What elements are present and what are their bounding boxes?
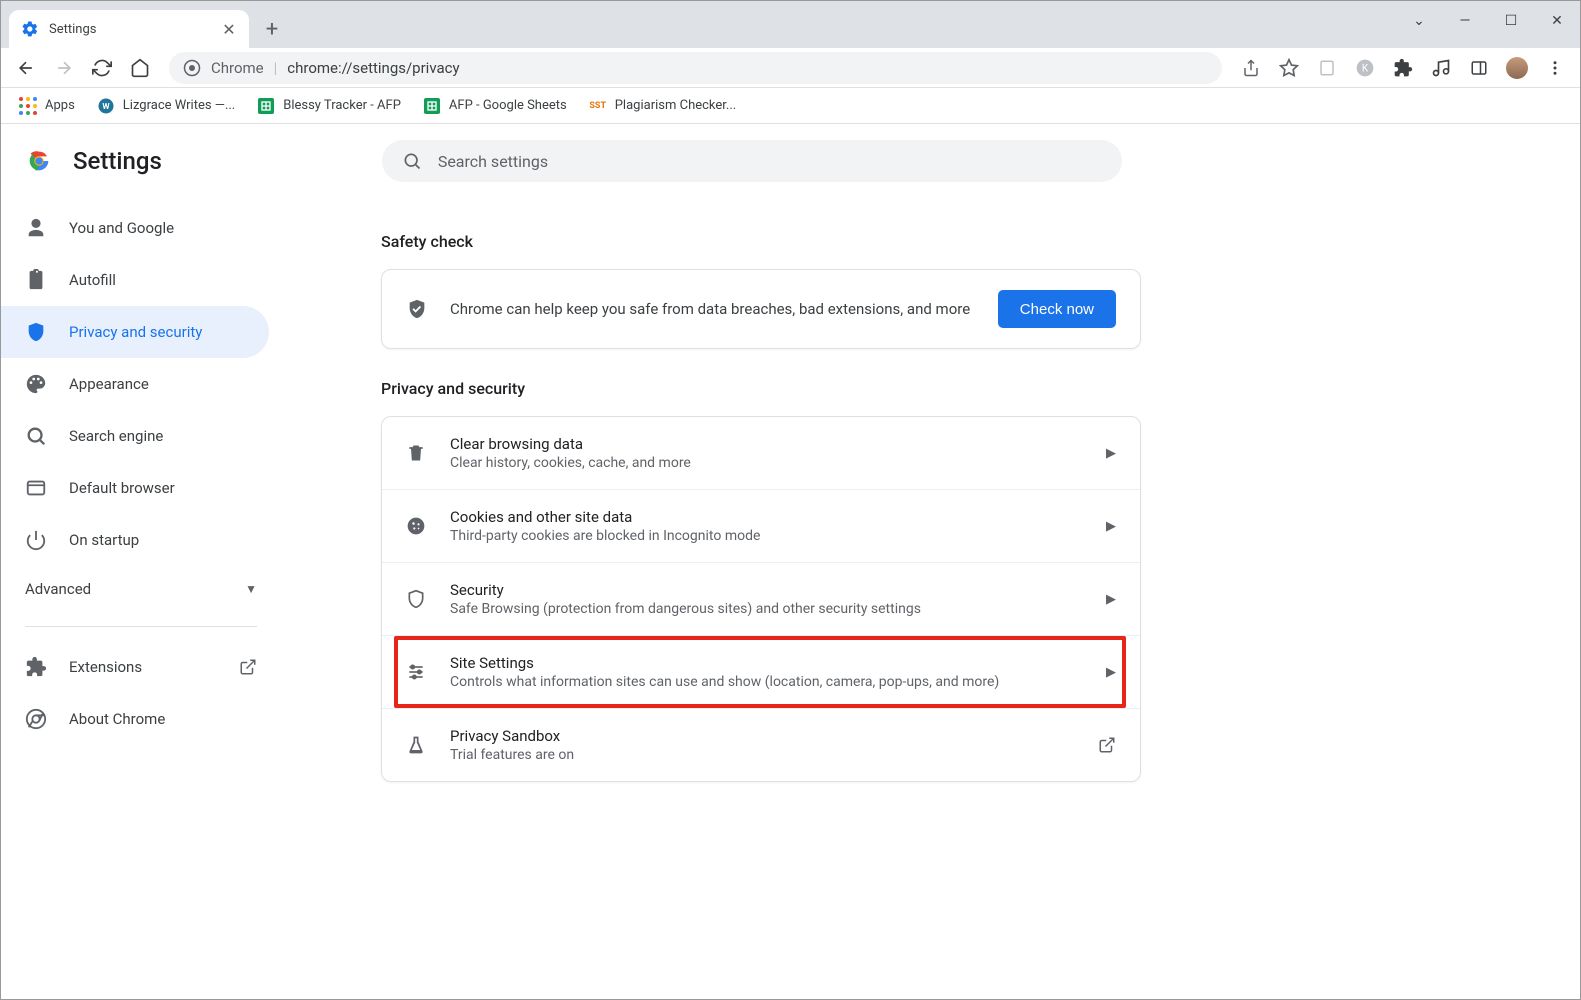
flask-icon — [406, 735, 428, 755]
apps-grid-icon — [19, 97, 37, 115]
chevron-right-icon: ▶ — [1106, 446, 1116, 461]
shield-check-icon — [406, 298, 428, 320]
palette-icon — [25, 373, 47, 395]
address-bar[interactable]: Chrome | chrome://settings/privacy — [169, 52, 1222, 84]
nav-autofill[interactable]: Autofill — [1, 254, 269, 306]
bookmark-plagiarism[interactable]: SST Plagiarism Checker... — [581, 93, 744, 119]
minimize-window-icon[interactable]: — — [1442, 13, 1488, 29]
row-site-settings[interactable]: Site Settings Controls what information … — [382, 635, 1140, 708]
nav-search-engine[interactable]: Search engine — [1, 410, 269, 462]
tune-icon — [406, 662, 428, 682]
chevron-down-icon: ▼ — [245, 582, 257, 596]
row-cookies[interactable]: Cookies and other site data Third-party … — [382, 489, 1140, 562]
bookmark-star-icon[interactable] — [1272, 51, 1306, 85]
omnibox-label: Chrome — [211, 59, 264, 77]
tab-title: Settings — [49, 22, 213, 37]
omnibox-url: chrome://settings/privacy — [287, 59, 459, 77]
browser-tab-strip: Settings ✕ + ⌄ — ☐ ✕ — [1, 1, 1580, 48]
reading-mode-icon[interactable] — [1310, 51, 1344, 85]
profile-avatar[interactable] — [1500, 51, 1534, 85]
nav-about-chrome[interactable]: About Chrome — [1, 693, 281, 745]
safety-check-heading: Safety check — [381, 232, 1141, 251]
nav-extensions[interactable]: Extensions — [1, 641, 281, 693]
open-in-new-icon — [239, 658, 257, 676]
maximize-window-icon[interactable]: ☐ — [1488, 13, 1534, 29]
row-privacy-sandbox[interactable]: Privacy Sandbox Trial features are on — [382, 708, 1140, 781]
settings-side-nav: You and Google Autofill Privacy and secu… — [1, 192, 281, 999]
close-tab-icon[interactable]: ✕ — [221, 21, 237, 37]
page-title: Settings — [73, 147, 162, 175]
tabs-dropdown-icon[interactable]: ⌄ — [1396, 1, 1442, 41]
extensions-puzzle-icon[interactable] — [1386, 51, 1420, 85]
chevron-right-icon: ▶ — [1106, 665, 1116, 680]
clipboard-icon — [25, 269, 47, 291]
row-security[interactable]: Security Safe Browsing (protection from … — [382, 562, 1140, 635]
person-icon — [25, 217, 47, 239]
shield-icon — [25, 321, 47, 343]
search-icon — [402, 151, 422, 171]
new-tab-button[interactable]: + — [257, 14, 287, 44]
close-window-icon[interactable]: ✕ — [1534, 13, 1580, 29]
nav-default-browser[interactable]: Default browser — [1, 462, 269, 514]
power-icon — [25, 529, 47, 551]
check-now-button[interactable]: Check now — [998, 290, 1116, 328]
search-placeholder: Search settings — [438, 152, 548, 171]
open-in-new-icon — [1098, 736, 1116, 754]
bookmark-lizgrace[interactable]: W Lizgrace Writes —... — [89, 93, 243, 119]
bookmark-blessy-tracker[interactable]: Blessy Tracker - AFP — [249, 93, 409, 119]
privacy-security-card: Clear browsing data Clear history, cooki… — [381, 416, 1141, 782]
chrome-outline-icon — [25, 708, 47, 730]
home-button[interactable] — [123, 51, 157, 85]
svg-text:K: K — [1362, 63, 1369, 74]
settings-gear-icon — [21, 20, 39, 38]
browser-tab[interactable]: Settings ✕ — [9, 10, 249, 48]
wordpress-icon: W — [97, 97, 115, 115]
chevron-right-icon: ▶ — [1106, 519, 1116, 534]
forward-button[interactable] — [47, 51, 81, 85]
sheets-icon — [423, 97, 441, 115]
nav-appearance[interactable]: Appearance — [1, 358, 269, 410]
shield-icon — [406, 589, 428, 609]
nav-privacy-security[interactable]: Privacy and security — [1, 306, 269, 358]
sheets-icon — [257, 97, 275, 115]
share-icon[interactable] — [1234, 51, 1268, 85]
chevron-right-icon: ▶ — [1106, 592, 1116, 607]
svg-text:W: W — [102, 102, 110, 112]
row-clear-browsing-data[interactable]: Clear browsing data Clear history, cooki… — [382, 417, 1140, 489]
apps-bookmark[interactable]: Apps — [11, 93, 83, 119]
puzzle-icon — [25, 656, 47, 678]
nav-advanced-toggle[interactable]: Advanced ▼ — [1, 566, 281, 612]
nav-you-and-google[interactable]: You and Google — [1, 202, 269, 254]
search-icon — [25, 425, 47, 447]
site-info-icon — [183, 59, 201, 77]
browser-toolbar: Chrome | chrome://settings/privacy K — [1, 48, 1580, 88]
nav-on-startup[interactable]: On startup — [1, 514, 269, 566]
settings-search-input[interactable]: Search settings — [382, 140, 1122, 182]
chrome-menu-icon[interactable] — [1538, 51, 1572, 85]
chrome-logo-icon — [25, 147, 53, 175]
back-button[interactable] — [9, 51, 43, 85]
profile-k-icon[interactable]: K — [1348, 51, 1382, 85]
trash-icon — [406, 443, 428, 463]
cookie-icon — [406, 516, 428, 536]
browser-window-icon — [25, 477, 47, 499]
safety-check-card: Chrome can help keep you safe from data … — [381, 269, 1141, 349]
side-panel-icon[interactable] — [1462, 51, 1496, 85]
settings-main-panel: Safety check Chrome can help keep you sa… — [281, 192, 1181, 999]
sst-icon: SST — [589, 97, 607, 115]
media-controls-icon[interactable] — [1424, 51, 1458, 85]
reload-button[interactable] — [85, 51, 119, 85]
bookmark-afp-sheets[interactable]: AFP - Google Sheets — [415, 93, 575, 119]
privacy-security-heading: Privacy and security — [381, 379, 1141, 398]
bookmarks-bar: Apps W Lizgrace Writes —... Blessy Track… — [1, 88, 1580, 124]
safety-check-text: Chrome can help keep you safe from data … — [450, 300, 976, 318]
